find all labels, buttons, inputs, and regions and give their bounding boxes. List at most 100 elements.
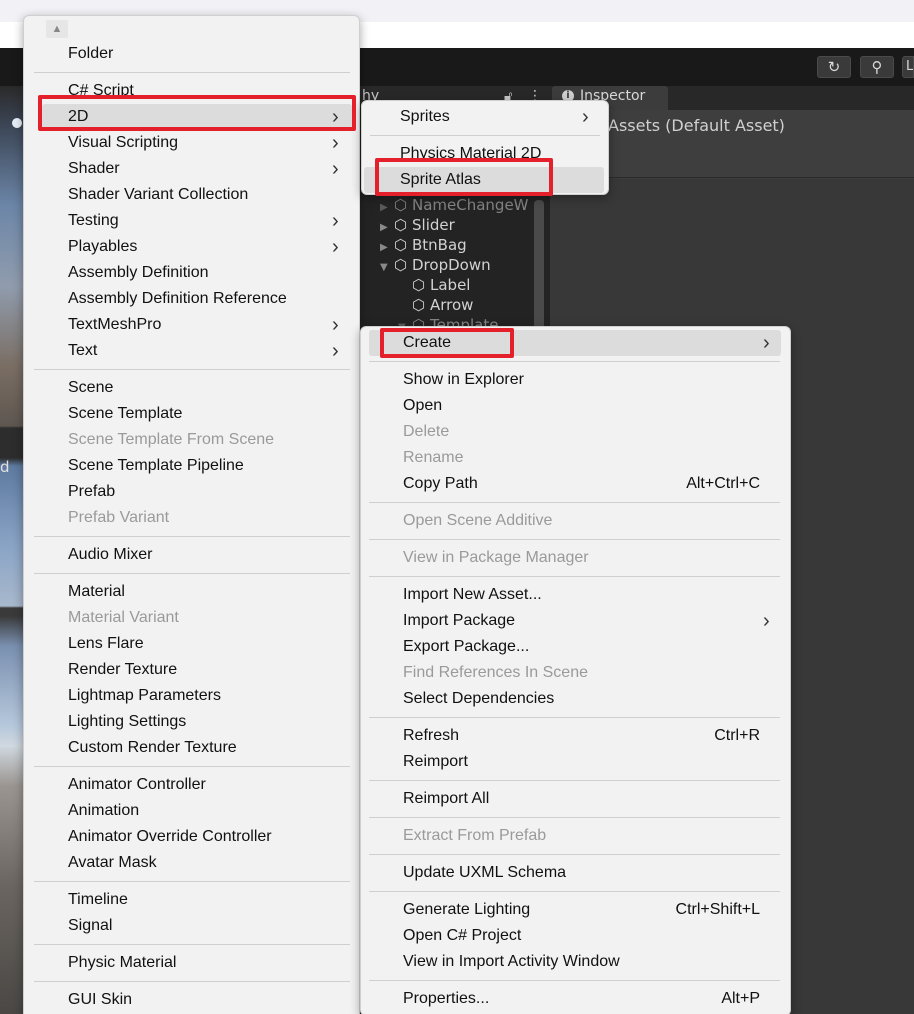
menu-separator	[34, 980, 350, 982]
menu-separator	[369, 538, 780, 540]
context-menu-item-import-new-asset[interactable]: Import New Asset...	[361, 582, 790, 608]
menu-item-label: Signal	[68, 917, 113, 934]
context-menu-item-open-c-project[interactable]: Open C# Project	[361, 923, 790, 949]
chevron-right-icon: ›	[763, 332, 770, 354]
create-menu-item-scene-template-pipeline[interactable]: Scene Template Pipeline	[24, 453, 359, 479]
chevron-right-icon: ›	[332, 236, 339, 258]
context-menu-item-generate-lighting[interactable]: Generate Lighting Ctrl+Shift+L	[361, 897, 790, 923]
menu-shortcut: Ctrl+R	[714, 727, 760, 744]
create-menu-item-animator-controller[interactable]: Animator Controller	[24, 772, 359, 798]
hierarchy-item-label: NameChangeW	[412, 196, 529, 214]
light-icon	[12, 118, 22, 128]
create-menu-item-prefab[interactable]: Prefab	[24, 479, 359, 505]
create-menu-item-text[interactable]: Text ›	[24, 338, 359, 364]
create-menu-item-material[interactable]: Material	[24, 579, 359, 605]
menu-separator	[34, 572, 350, 574]
menu-item-label: Lightmap Parameters	[68, 687, 221, 704]
context-menu-item-copy-path[interactable]: Copy Path Alt+Ctrl+C	[361, 471, 790, 497]
create-menu-item-animation[interactable]: Animation	[24, 798, 359, 824]
context-menu-item-find-references-in-scene: Find References In Scene	[361, 660, 790, 686]
annotation-box-create	[380, 328, 514, 358]
context-menu-item-refresh[interactable]: Refresh Ctrl+R	[361, 723, 790, 749]
menu-separator	[369, 716, 780, 718]
menu-item-label: Import New Asset...	[403, 586, 542, 603]
create-menu-item-scene[interactable]: Scene	[24, 375, 359, 401]
history-icon[interactable]: ↻	[817, 56, 851, 78]
menu-item-label: Visual Scripting	[68, 134, 178, 151]
create-menu-item-lighting-settings[interactable]: Lighting Settings	[24, 709, 359, 735]
hierarchy-item[interactable]: ⬡ Label	[398, 276, 470, 296]
context-menu-item-reimport[interactable]: Reimport	[361, 749, 790, 775]
hierarchy-item[interactable]: ⬡ Arrow	[398, 296, 473, 316]
create-menu-item-gui-skin[interactable]: GUI Skin	[24, 987, 359, 1013]
create-menu-item-render-texture[interactable]: Render Texture	[24, 657, 359, 683]
gameobject-cube-icon: ⬡	[394, 236, 408, 254]
create-menu-item-physic-material[interactable]: Physic Material	[24, 950, 359, 976]
context-menu-item-show-in-explorer[interactable]: Show in Explorer	[361, 367, 790, 393]
create-menu-item-custom-render-texture[interactable]: Custom Render Texture	[24, 735, 359, 761]
context-menu-item-update-uxml-schema[interactable]: Update UXML Schema	[361, 860, 790, 886]
create-menu-item-shader-variant-collection[interactable]: Shader Variant Collection	[24, 182, 359, 208]
menu-item-label: Copy Path	[403, 475, 478, 492]
menu-item-label: Prefab	[68, 483, 116, 500]
menu-item-label: Generate Lighting	[403, 901, 531, 918]
context-menu-item-reimport-all[interactable]: Reimport All	[361, 786, 790, 812]
create-menu-item-avatar-mask[interactable]: Avatar Mask	[24, 850, 359, 876]
collapsed-arrow-icon[interactable]: ▶	[380, 222, 394, 233]
create-menu-item-textmeshpro[interactable]: TextMeshPro ›	[24, 312, 359, 338]
create-menu-item-playables[interactable]: Playables ›	[24, 234, 359, 260]
submenu-2d-item-sprites[interactable]: Sprites ›	[362, 104, 608, 130]
create-menu-item-visual-scripting[interactable]: Visual Scripting ›	[24, 130, 359, 156]
create-menu-item-animator-override-controller[interactable]: Animator Override Controller	[24, 824, 359, 850]
create-menu-item-audio-mixer[interactable]: Audio Mixer	[24, 542, 359, 568]
context-menu-item-import-package[interactable]: Import Package ›	[361, 608, 790, 634]
gameobject-cube-icon: ⬡	[394, 196, 408, 214]
layout-dropdown[interactable]: L	[902, 56, 914, 78]
gameobject-cube-icon: ⬡	[394, 216, 408, 234]
scene-view-strip	[0, 86, 24, 1014]
create-menu-item-lens-flare[interactable]: Lens Flare	[24, 631, 359, 657]
create-menu-item-scene-template[interactable]: Scene Template	[24, 401, 359, 427]
menu-separator	[34, 535, 350, 537]
create-menu-item-testing[interactable]: Testing ›	[24, 208, 359, 234]
menu-shortcut: Alt+Ctrl+C	[686, 475, 760, 492]
gameobject-cube-icon: ⬡	[412, 296, 426, 314]
context-menu-item-properties[interactable]: Properties... Alt+P	[361, 986, 790, 1012]
expanded-arrow-icon[interactable]: ▼	[380, 262, 394, 273]
create-menu-item-lightmap-parameters[interactable]: Lightmap Parameters	[24, 683, 359, 709]
hierarchy-item-label: Arrow	[430, 296, 474, 314]
create-menu: ▲ Folder C# Script 2D › Visual Scripting › Sha…	[23, 15, 360, 1014]
menu-item-label: Playables	[68, 238, 138, 255]
scroll-up-icon[interactable]: ▲	[46, 20, 68, 38]
create-menu-item-shader[interactable]: Shader ›	[24, 156, 359, 182]
menu-item-label: Delete	[403, 423, 450, 440]
hierarchy-item[interactable]: ▼ ⬡ DropDown	[380, 256, 491, 276]
create-menu-item-assembly-definition[interactable]: Assembly Definition	[24, 260, 359, 286]
create-menu-item-folder[interactable]: Folder	[24, 41, 359, 67]
menu-separator	[369, 816, 780, 818]
collapsed-arrow-icon[interactable]: ▶	[380, 202, 394, 213]
hierarchy-scrollbar[interactable]	[534, 200, 544, 330]
search-icon[interactable]: ⚲	[860, 56, 894, 78]
project-context-menu: Create › Show in Explorer Open Delete Rename C…	[360, 326, 791, 1014]
menu-item-label: Properties...	[403, 990, 490, 1007]
menu-item-label: Scene Template From Scene	[68, 431, 275, 448]
hierarchy-item[interactable]: ▶ ⬡ NameChangeW	[380, 196, 529, 216]
menu-item-label: Lighting Settings	[68, 713, 187, 730]
menu-item-label: Scene Template	[68, 405, 183, 422]
create-menu-item-material-variant: Material Variant	[24, 605, 359, 631]
create-menu-item-assembly-definition-reference[interactable]: Assembly Definition Reference	[24, 286, 359, 312]
menu-item-label: Timeline	[68, 891, 128, 908]
create-menu-item-signal[interactable]: Signal	[24, 913, 359, 939]
hierarchy-item[interactable]: ▶ ⬡ BtnBag	[380, 236, 467, 256]
create-menu-item-timeline[interactable]: Timeline	[24, 887, 359, 913]
context-menu-item-open[interactable]: Open	[361, 393, 790, 419]
context-menu-item-view-in-import-activity-window[interactable]: View in Import Activity Window	[361, 949, 790, 975]
hierarchy-item[interactable]: ▶ ⬡ Slider	[380, 216, 455, 236]
menu-item-label: Open Scene Additive	[403, 512, 553, 529]
gameobject-cube-icon: ⬡	[412, 276, 426, 294]
collapsed-arrow-icon[interactable]: ▶	[380, 242, 394, 253]
context-menu-item-select-dependencies[interactable]: Select Dependencies	[361, 686, 790, 712]
menu-item-label: Material	[68, 583, 125, 600]
context-menu-item-export-package[interactable]: Export Package...	[361, 634, 790, 660]
